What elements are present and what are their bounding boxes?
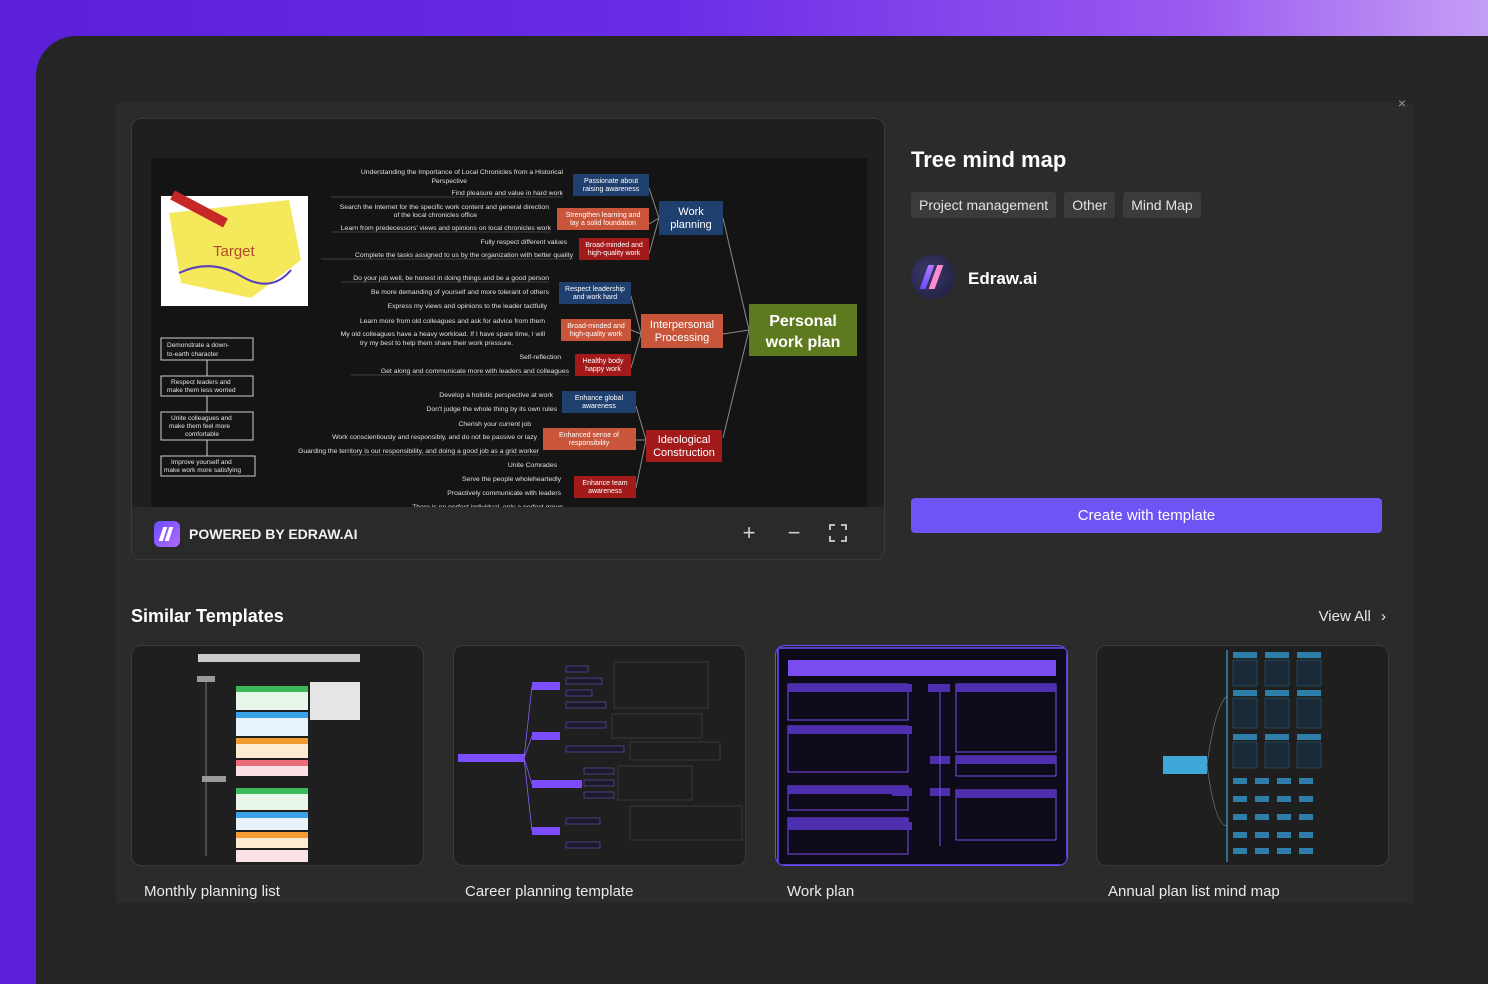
zoom-in-icon[interactable]: + — [736, 520, 762, 546]
svg-text:Search the Internet for the sp: Search the Internet for the specific wor… — [340, 204, 550, 211]
zoom-out-icon[interactable]: − — [781, 520, 807, 546]
left-box-1: Demonstrate a down- — [167, 342, 229, 349]
preview-toolbar: POWERED BY EDRAW.AI + − — [132, 507, 884, 559]
chevron-right-icon: › — [1381, 608, 1386, 625]
svg-text:happy work: happy work — [585, 366, 621, 373]
svg-text:Ideological: Ideological — [658, 434, 711, 446]
svg-text:Demonstrate a down-: Demonstrate a down- to-earth character — [167, 342, 231, 358]
svg-text:Proactively communicate with l: Proactively communicate with leaders — [447, 490, 561, 497]
card-label-annual[interactable]: Annual plan list mind map — [1108, 883, 1280, 900]
svg-text:Serve the people wholeheartedl: Serve the people wholeheartedly — [462, 476, 562, 483]
svg-text:Construction: Construction — [653, 447, 715, 459]
view-all-label: View All — [1318, 608, 1371, 625]
svg-text:Broad-minded and: Broad-minded and — [585, 242, 643, 249]
svg-text:Understanding the Importance o: Understanding the Importance of Local Ch… — [361, 169, 564, 176]
svg-text:Self-reflection: Self-reflection — [519, 354, 561, 361]
svg-text:Enhance team: Enhance team — [582, 480, 627, 487]
svg-text:responsibility: responsibility — [569, 440, 610, 447]
svg-text:Fully respect different values: Fully respect different values — [481, 239, 568, 246]
svg-text:Work conscientiously and respo: Work conscientiously and responsibly, an… — [332, 434, 538, 441]
mindmap-canvas[interactable]: Target Demonstrate a down- to-earth char… — [151, 158, 867, 518]
svg-text:high-quality work: high-quality work — [570, 331, 623, 338]
svg-text:Enhance global: Enhance global — [575, 395, 624, 402]
svg-text:Learn from predecessors' views: Learn from predecessors' views and opini… — [341, 225, 552, 232]
svg-text:lay a solid foundation: lay a solid foundation — [570, 220, 636, 227]
svg-text:Enhanced sense of: Enhanced sense of — [559, 432, 619, 439]
template-card-work-plan[interactable] — [775, 645, 1068, 866]
svg-text:awareness: awareness — [588, 488, 622, 495]
svg-text:Do your job well, be honest in: Do your job well, be honest in doing thi… — [353, 275, 549, 282]
svg-text:Perspective: Perspective — [431, 178, 467, 185]
svg-text:Processing: Processing — [655, 332, 709, 344]
svg-text:planning: planning — [670, 219, 712, 231]
svg-text:Don't judge the whole thing by: Don't judge the whole thing by its own r… — [426, 406, 557, 413]
template-title: Tree mind map — [911, 147, 1067, 172]
svg-text:Complete the tasks assigned to: Complete the tasks assigned to us by the… — [355, 252, 574, 259]
svg-text:Broad-minded and: Broad-minded and — [567, 323, 625, 330]
image-caption: Target — [213, 243, 256, 260]
svg-text:high-quality work: high-quality work — [588, 250, 641, 257]
svg-text:Get along and communicate more: Get along and communicate more with lead… — [381, 368, 570, 375]
svg-text:Cherish your current job: Cherish your current job — [458, 421, 531, 428]
create-with-template-button[interactable]: Create with template — [911, 498, 1382, 533]
template-card-annual[interactable] — [1096, 645, 1389, 866]
svg-text:raising awareness: raising awareness — [583, 186, 640, 193]
card-label-work-plan[interactable]: Work plan — [787, 883, 854, 900]
svg-text:Respect leaders andmake them l: Respect leaders and make them less worrie… — [164, 379, 241, 474]
svg-text:Guarding the territory is our: Guarding the territory is our responsibi… — [298, 448, 540, 455]
tag-project-management[interactable]: Project management — [911, 192, 1057, 218]
svg-text:Learn more from old colleagues: Learn more from old colleagues and ask f… — [360, 318, 545, 325]
svg-text:Respect leadership: Respect leadership — [565, 286, 625, 293]
left-boxes — [160, 337, 256, 477]
author-avatar — [911, 255, 955, 299]
svg-text:work plan: work plan — [765, 334, 841, 351]
similar-templates-title: Similar Templates — [131, 606, 284, 626]
tag-mind-map[interactable]: Mind Map — [1123, 192, 1201, 218]
svg-text:Personal: Personal — [769, 313, 837, 330]
svg-text:Strengthen learning and: Strengthen learning and — [566, 212, 641, 219]
svg-text:Express my views and opinions: Express my views and opinions to the lea… — [388, 303, 548, 310]
svg-text:awareness: awareness — [582, 403, 616, 410]
svg-text:and work hard: and work hard — [573, 294, 617, 301]
svg-text:Passionate about: Passionate about — [584, 178, 638, 185]
template-card-career[interactable] — [453, 645, 746, 866]
svg-text:Healthy body: Healthy body — [583, 358, 624, 365]
card-label-monthly[interactable]: Monthly planning list — [144, 883, 280, 900]
svg-text:of the local chronicles office: of the local chronicles office — [394, 212, 478, 219]
tag-list: Project management Other Mind Map — [911, 192, 1201, 218]
edraw-logo-icon — [154, 521, 180, 547]
template-detail-panel: × Target Demonstrate a down- to-earth ch… — [116, 95, 1414, 903]
template-card-monthly[interactable] — [131, 645, 424, 866]
svg-text:Be more demanding of yourself: Be more demanding of yourself and more t… — [371, 289, 550, 296]
svg-text:My old colleagues have a heavy: My old colleagues have a heavy workload.… — [341, 331, 546, 338]
svg-text:Unite Comrades: Unite Comrades — [508, 462, 558, 469]
svg-text:Develop a holistic perspective: Develop a holistic perspective at work — [439, 392, 553, 399]
template-preview: Target Demonstrate a down- to-earth char… — [131, 118, 885, 560]
card-label-career[interactable]: Career planning template — [465, 883, 633, 900]
svg-text:Find pleasure and value in har: Find pleasure and value in hard work — [452, 190, 564, 197]
fullscreen-icon[interactable] — [825, 520, 851, 546]
svg-text:Interpersonal: Interpersonal — [650, 319, 714, 331]
close-icon[interactable]: × — [1398, 95, 1406, 111]
svg-text:Work: Work — [678, 206, 704, 218]
powered-by-label: POWERED BY EDRAW.AI — [189, 526, 358, 542]
author-name[interactable]: Edraw.ai — [968, 269, 1037, 289]
tag-other[interactable]: Other — [1064, 192, 1116, 218]
view-all-link[interactable]: View All › — [1319, 608, 1386, 625]
svg-text:try my best to help them share: try my best to help them share their wor… — [360, 340, 513, 347]
